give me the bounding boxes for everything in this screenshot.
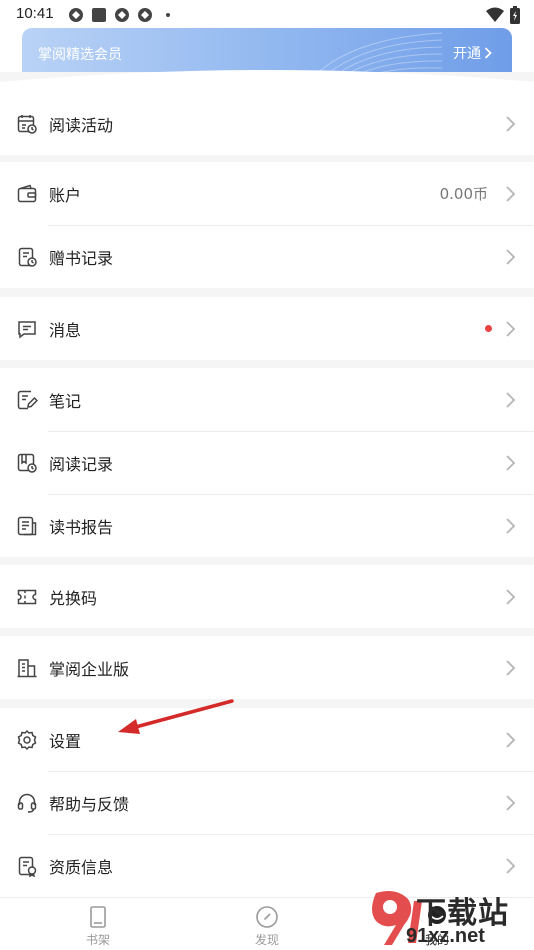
menu-item-label: 账户	[49, 185, 82, 205]
menu-item-label: 兑换码	[49, 588, 98, 608]
account-balance: 0.00币	[439, 185, 488, 203]
menu-group-redeem: 兑换码	[0, 565, 534, 628]
menu-item-label: 设置	[49, 731, 82, 751]
report-icon	[17, 516, 37, 535]
app-notification-icon	[115, 8, 129, 22]
menu-group-reading: 笔记 阅读记录 读书报告	[0, 368, 534, 557]
notification-icons	[68, 7, 176, 23]
menu-item-label: 掌阅企业版	[49, 659, 130, 679]
menu-item-label: 笔记	[49, 391, 82, 411]
menu-item-messages[interactable]: 消息	[0, 297, 534, 360]
chevron-right-icon	[506, 857, 516, 874]
chevron-right-icon	[506, 185, 516, 202]
note-pen-icon	[17, 390, 38, 409]
book-clock-icon	[17, 453, 37, 473]
menu-group-enterprise: 掌阅企业版	[0, 636, 534, 699]
message-icon	[18, 320, 36, 338]
status-bar: 10:41	[0, 0, 534, 30]
bookshelf-icon	[90, 906, 106, 928]
headset-icon	[17, 793, 37, 813]
gear-icon	[17, 729, 37, 750]
compass-icon	[256, 906, 278, 928]
vip-open-label: 开通	[453, 46, 481, 62]
wifi-icon	[486, 7, 504, 22]
menu-group-messages: 消息	[0, 297, 534, 360]
menu-group-settings: 设置 帮助与反馈 资质信息	[0, 708, 534, 897]
menu-item-label: 帮助与反馈	[49, 794, 130, 814]
annotation-arrow	[118, 699, 234, 734]
chevron-right-icon	[506, 517, 516, 534]
menu-item-label: 阅读活动	[49, 115, 114, 135]
app-notification-icon	[138, 8, 152, 22]
unread-dot-badge	[485, 325, 492, 332]
square-notification-icon	[92, 8, 106, 22]
tab-bookshelf[interactable]: 书架	[68, 904, 128, 948]
menu-item-reading-history[interactable]: 阅读记录	[0, 431, 534, 494]
menu-item-label: 消息	[49, 320, 82, 340]
status-time: 10:41	[16, 5, 54, 22]
menu-item-reading-activity[interactable]: 阅读活动	[0, 92, 534, 155]
tab-discover[interactable]: 发现	[237, 904, 297, 948]
menu-group-activity: 阅读活动	[0, 92, 534, 155]
app-notification-icon	[69, 8, 83, 22]
menu-group-account: 账户 0.00币 赠书记录	[0, 162, 534, 288]
chevron-right-icon	[484, 47, 492, 59]
system-icons	[486, 6, 520, 24]
chevron-right-icon	[506, 320, 516, 337]
watermark-url: 91xz.net	[406, 925, 485, 947]
menu-item-settings[interactable]: 设置	[0, 708, 534, 771]
chevron-right-icon	[506, 391, 516, 408]
menu-item-redeem-code[interactable]: 兑换码	[0, 565, 534, 628]
menu-item-label: 阅读记录	[49, 454, 114, 474]
chevron-right-icon	[506, 454, 516, 471]
building-icon	[17, 658, 37, 677]
chevron-right-icon	[506, 588, 516, 605]
menu-item-gift-records[interactable]: 赠书记录	[0, 225, 534, 288]
vip-open-button[interactable]: 开通	[453, 43, 492, 63]
tab-label: 发现	[254, 933, 279, 947]
more-dot-icon	[166, 13, 170, 17]
menu-item-label: 资质信息	[49, 857, 114, 877]
tab-label: 书架	[85, 933, 110, 947]
menu-item-help-feedback[interactable]: 帮助与反馈	[0, 771, 534, 834]
chevron-right-icon	[506, 731, 516, 748]
menu-item-account[interactable]: 账户 0.00币	[0, 162, 534, 225]
menu-item-label: 赠书记录	[49, 248, 114, 268]
vip-banner-title: 掌阅精选会员	[38, 47, 122, 63]
chevron-right-icon	[506, 794, 516, 811]
ticket-icon	[17, 589, 37, 604]
chevron-right-icon	[506, 248, 516, 265]
wallet-icon	[17, 184, 37, 202]
menu-item-notes[interactable]: 笔记	[0, 368, 534, 431]
menu-item-label: 读书报告	[49, 517, 114, 537]
document-clock-icon	[18, 247, 37, 267]
menu-item-enterprise[interactable]: 掌阅企业版	[0, 636, 534, 699]
battery-icon	[510, 6, 520, 24]
certificate-icon	[18, 856, 37, 877]
calendar-clock-icon	[17, 114, 37, 134]
chevron-right-icon	[506, 659, 516, 676]
chevron-right-icon	[506, 115, 516, 132]
menu-item-reading-report[interactable]: 读书报告	[0, 494, 534, 557]
